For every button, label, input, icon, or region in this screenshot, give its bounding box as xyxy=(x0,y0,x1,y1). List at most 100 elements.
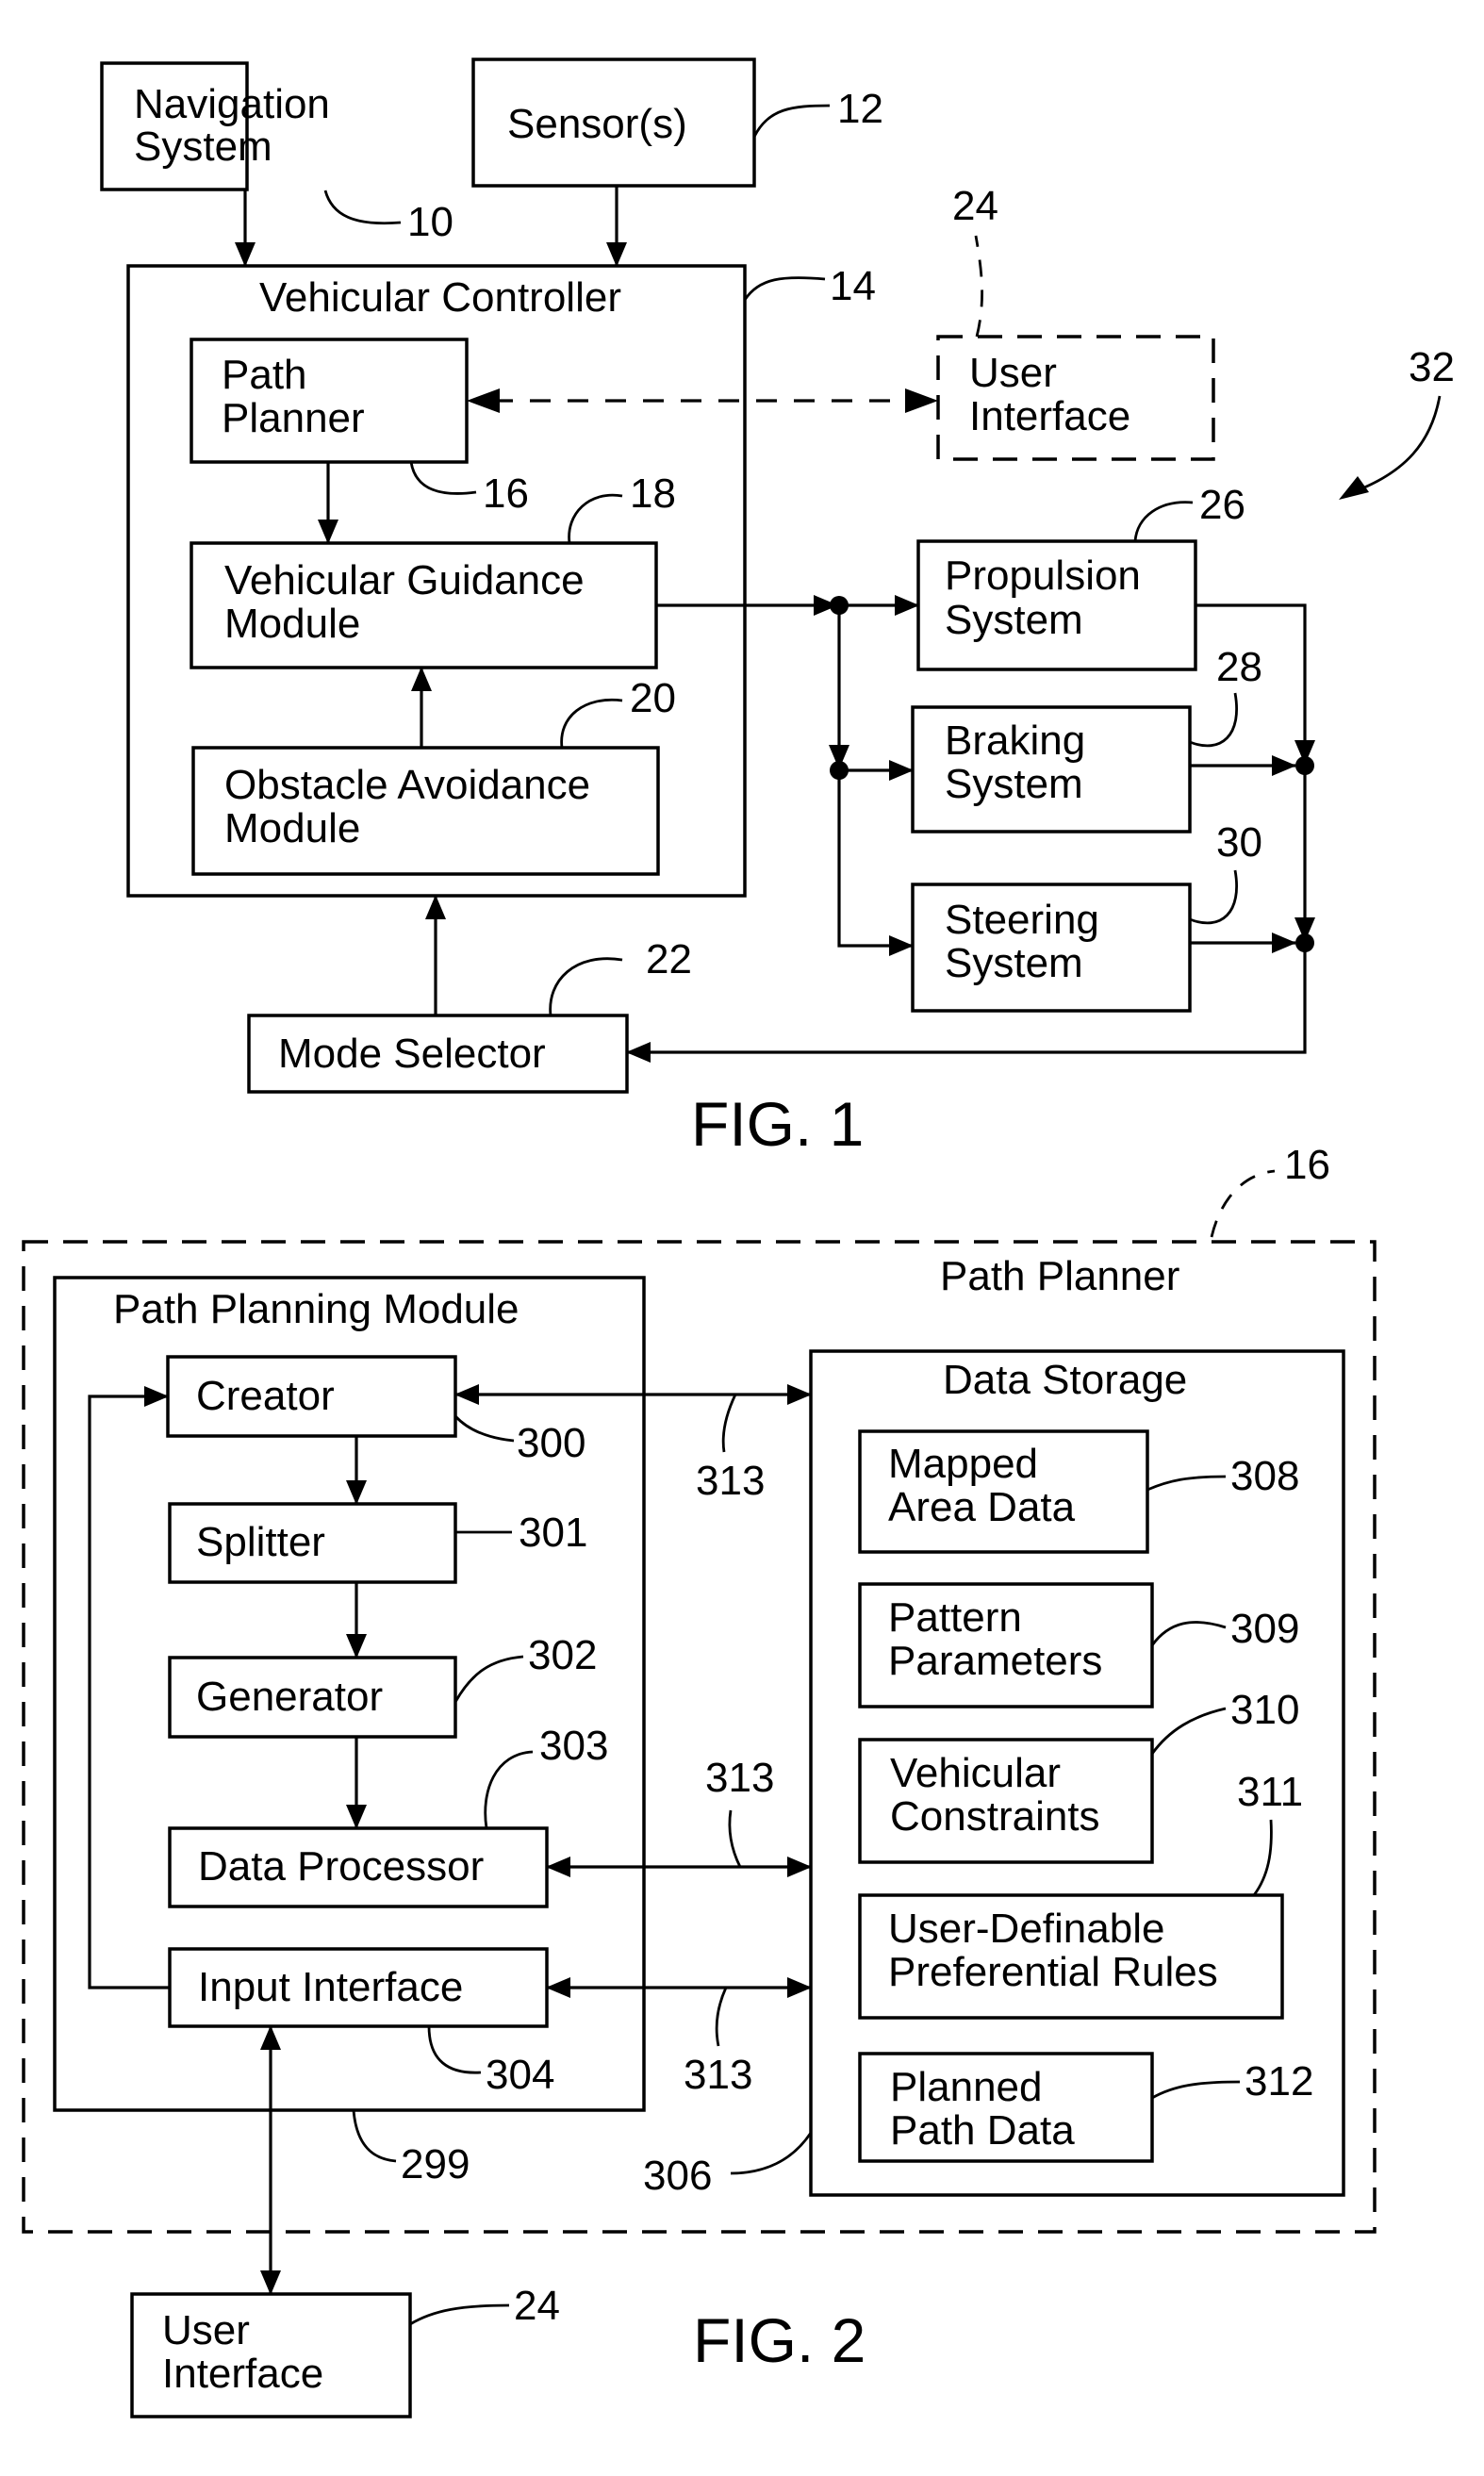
path-planner-block: Path Planner xyxy=(190,338,469,464)
arrowhead-to-user-interface xyxy=(905,388,938,413)
mapped-area-data-block: Mapped Area Data xyxy=(858,1429,1149,1554)
braking-system-block: Braking System xyxy=(911,705,1192,834)
ref-313-c: 313 xyxy=(684,2052,752,2098)
ref-32: 32 xyxy=(1409,344,1455,390)
ref-313-a: 313 xyxy=(696,1458,765,1504)
path-planner-label-line1: Path xyxy=(222,352,307,398)
input-interface-block: Input Interface xyxy=(168,1947,549,2028)
figure-1: Navigation System 10 Sensor(s) 12 Vehicu… xyxy=(100,58,1455,1159)
ref-310: 310 xyxy=(1230,1687,1299,1733)
braking-label-line2: System xyxy=(945,761,1083,807)
planned-path-data-line2: Path Data xyxy=(890,2107,1075,2154)
ref-20: 20 xyxy=(630,675,676,721)
ref-300: 300 xyxy=(517,1420,585,1466)
input-interface-label: Input Interface xyxy=(198,1964,463,2010)
propulsion-label-line2: System xyxy=(945,597,1083,643)
propulsion-system-block: Propulsion System xyxy=(916,539,1197,671)
propulsion-label-line1: Propulsion xyxy=(945,553,1141,599)
path-planning-module-title: Path Planning Module xyxy=(113,1286,519,1332)
ref-24-fig2: 24 xyxy=(514,2283,560,2329)
leader-299 xyxy=(352,2109,397,2163)
navigation-system-label-line2: System xyxy=(134,124,272,170)
steering-system-block: Steering System xyxy=(911,883,1192,1013)
leader-306 xyxy=(730,2132,813,2175)
sensors-label: Sensor(s) xyxy=(507,101,687,147)
data-storage-title: Data Storage xyxy=(943,1357,1187,1403)
user-interface-block-fig1: User Interface xyxy=(936,335,1215,461)
patent-drawing: Navigation System 10 Sensor(s) 12 Vehicu… xyxy=(22,58,1455,2418)
ref-299: 299 xyxy=(401,2141,470,2187)
splitter-block: Splitter xyxy=(168,1502,457,1584)
user-interface-label-line2: Interface xyxy=(969,393,1130,439)
planned-path-data-block: Planned Path Data xyxy=(858,2052,1154,2163)
pattern-parameters-line1: Pattern xyxy=(888,1594,1022,1641)
leader-16-fig2 xyxy=(1210,1169,1276,1238)
leader-30 xyxy=(1189,869,1238,925)
user-interface-block-fig2: User Interface xyxy=(130,2292,412,2418)
ref-303: 303 xyxy=(539,1723,608,1769)
path-planner-label-line2: Planner xyxy=(222,395,365,441)
figure-2-caption: FIG. 2 xyxy=(693,2305,866,2375)
ref-12: 12 xyxy=(837,86,883,132)
user-interface-fig2-line1: User xyxy=(162,2307,250,2353)
ref-304: 304 xyxy=(486,2052,554,2098)
generator-label: Generator xyxy=(196,1674,383,1720)
data-processor-block: Data Processor xyxy=(168,1826,549,1908)
leader-12 xyxy=(752,104,831,138)
ref-308: 308 xyxy=(1230,1453,1299,1499)
leader-24-fig1 xyxy=(974,235,983,338)
pattern-parameters-line2: Parameters xyxy=(888,1638,1102,1684)
arrow-to-steering xyxy=(837,770,914,956)
obstacle-avoidance-module-block: Obstacle Avoidance Module xyxy=(191,746,660,876)
ref-313-b: 313 xyxy=(705,1755,774,1801)
user-definable-rules-line1: User-Definable xyxy=(888,1906,1164,1952)
leader-24-fig2 xyxy=(409,2303,510,2326)
data-processor-label: Data Processor xyxy=(198,1843,484,1890)
mapped-area-data-line1: Mapped xyxy=(888,1441,1038,1487)
ref-10: 10 xyxy=(407,199,453,245)
pattern-parameters-block: Pattern Parameters xyxy=(858,1582,1154,1708)
mode-selector-label: Mode Selector xyxy=(278,1031,546,1077)
leader-26 xyxy=(1133,501,1194,542)
ref-311: 311 xyxy=(1237,1769,1303,1815)
vehicular-constraints-line2: Constraints xyxy=(890,1793,1100,1840)
oam-label-line1: Obstacle Avoidance xyxy=(224,762,590,808)
ref-309: 309 xyxy=(1230,1606,1299,1652)
ref-22: 22 xyxy=(646,936,692,982)
ref-30: 30 xyxy=(1216,819,1262,866)
generator-block: Generator xyxy=(168,1656,457,1739)
ref-18: 18 xyxy=(630,470,676,517)
path-planner-title: Path Planner xyxy=(940,1253,1179,1299)
ref-28: 28 xyxy=(1216,644,1262,690)
user-definable-rules-line2: Preferential Rules xyxy=(888,1949,1218,1995)
leader-32 xyxy=(1357,395,1442,492)
arrowhead-32 xyxy=(1339,476,1369,500)
mapped-area-data-line2: Area Data xyxy=(888,1484,1076,1530)
steering-label-line1: Steering xyxy=(945,897,1099,943)
vehicular-constraints-block: Vehicular Constraints xyxy=(858,1738,1154,1864)
leader-313-a xyxy=(721,1394,737,1453)
sensors-block: Sensor(s) xyxy=(471,58,756,188)
vehicular-guidance-module-block: Vehicular Guidance Module xyxy=(190,541,658,669)
ref-312: 312 xyxy=(1245,2058,1313,2105)
user-interface-fig2-line2: Interface xyxy=(162,2351,323,2397)
braking-label-line1: Braking xyxy=(945,718,1085,764)
steering-label-line2: System xyxy=(945,940,1083,986)
ref-301: 301 xyxy=(519,1510,587,1556)
figure-1-caption: FIG. 1 xyxy=(691,1089,864,1159)
leader-10 xyxy=(323,190,402,225)
vehicular-constraints-line1: Vehicular xyxy=(890,1750,1061,1796)
creator-block: Creator xyxy=(166,1355,457,1438)
ref-16: 16 xyxy=(483,470,529,517)
ref-26: 26 xyxy=(1199,482,1245,528)
leader-313-b xyxy=(728,1809,742,1868)
vgm-label-line2: Module xyxy=(224,601,360,647)
navigation-system-label-line1: Navigation xyxy=(134,81,330,127)
user-interface-label-line1: User xyxy=(969,350,1057,396)
oam-label-line2: Module xyxy=(224,805,360,851)
ref-302: 302 xyxy=(528,1632,597,1678)
vehicular-controller-title: Vehicular Controller xyxy=(259,274,621,321)
ref-24-fig1: 24 xyxy=(952,183,998,229)
leader-28 xyxy=(1189,692,1238,748)
navigation-system-block: Navigation System xyxy=(100,61,330,191)
